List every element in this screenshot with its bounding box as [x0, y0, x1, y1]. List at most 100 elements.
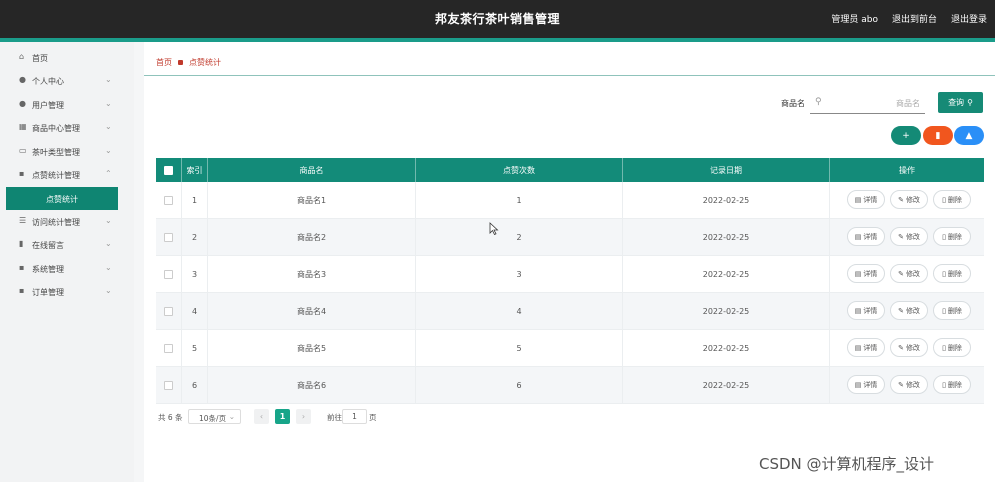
detail-button[interactable]: ▤ 详情	[847, 227, 885, 246]
cell-likes: 3	[416, 256, 623, 292]
pencil-icon: ✎	[898, 306, 904, 315]
row-checkbox[interactable]	[164, 195, 173, 205]
cell-likes: 5	[416, 330, 623, 366]
chevron-down-icon: ⌄	[105, 99, 112, 108]
header-index: 索引	[182, 158, 208, 182]
search-label: 商品名	[781, 99, 805, 108]
sidebar-item-personal-center[interactable]: ● 个人中心 ⌄	[0, 70, 134, 92]
cell-name: 商品名1	[208, 182, 416, 218]
detail-button[interactable]: ▤ 详情	[847, 264, 885, 283]
cell-name: 商品名6	[208, 367, 416, 403]
cell-ops: ▤ 详情 ✎ 修改 ▯ 删除	[830, 367, 984, 403]
chevron-down-icon: ⌄	[105, 239, 112, 248]
breadcrumb-home[interactable]: 首页	[156, 57, 172, 68]
home-icon: ⌂	[19, 52, 25, 61]
sidebar-item-visit-stats[interactable]: ☰ 访问统计管理 ⌄	[0, 211, 134, 233]
edit-button[interactable]: ✎ 修改	[890, 190, 928, 209]
logout-link[interactable]: 退出登录	[951, 12, 987, 25]
delete-button[interactable]: ▯ 删除	[933, 190, 971, 209]
row-checkbox[interactable]	[164, 232, 173, 242]
detail-button[interactable]: ▤ 详情	[847, 338, 885, 357]
edit-button[interactable]: ✎ 修改	[890, 375, 928, 394]
table-row: 2 商品名2 2 2022-02-25 ▤ 详情 ✎ 修改 ▯ 删除	[156, 219, 984, 256]
users-icon: ●	[19, 99, 26, 108]
sidebar-item-home[interactable]: ⌂ 首页	[0, 47, 134, 69]
trash-icon: ▯	[942, 269, 946, 278]
breadcrumb: 首页 点赞统计	[156, 57, 221, 68]
cell-date: 2022-02-25	[623, 256, 830, 292]
select-all-checkbox[interactable]	[164, 165, 173, 175]
detail-button[interactable]: ▤ 详情	[847, 301, 885, 320]
cell-likes: 6	[416, 367, 623, 403]
document-icon: ▤	[854, 306, 862, 315]
sidebar-item-product-center[interactable]: ▦ 商品中心管理 ⌄	[0, 117, 134, 139]
detail-button[interactable]: ▤ 详情	[847, 375, 885, 394]
search-field[interactable]: ⚲	[810, 92, 925, 114]
query-button[interactable]: 查询 ⚲	[938, 92, 983, 113]
mouse-cursor-icon	[489, 222, 499, 236]
export-button[interactable]: ▲	[954, 126, 984, 145]
pencil-icon: ✎	[898, 232, 904, 241]
cell-index: 3	[182, 256, 208, 292]
row-checkbox[interactable]	[164, 269, 173, 279]
chevron-down-icon: ⌄	[228, 412, 235, 421]
table-row: 6 商品名6 6 2022-02-25 ▤ 详情 ✎ 修改 ▯ 删除	[156, 367, 984, 404]
detail-button[interactable]: ▤ 详情	[847, 190, 885, 209]
batch-delete-button[interactable]: ▮	[923, 126, 953, 145]
next-page-button[interactable]: ›	[296, 409, 311, 424]
edit-button[interactable]: ✎ 修改	[890, 301, 928, 320]
goto-page-input[interactable]: 1	[342, 409, 367, 424]
prev-page-button[interactable]: ‹	[254, 409, 269, 424]
edit-button[interactable]: ✎ 修改	[890, 227, 928, 246]
cell-date: 2022-02-25	[623, 293, 830, 329]
document-icon: ▤	[854, 195, 862, 204]
page-size-select[interactable]: 10条/页 ⌄	[188, 409, 241, 424]
cell-date: 2022-02-25	[623, 330, 830, 366]
delete-button[interactable]: ▯ 删除	[933, 375, 971, 394]
sidebar-item-user-management[interactable]: ● 用户管理 ⌄	[0, 94, 134, 116]
trash-icon: ▯	[942, 380, 946, 389]
delete-button[interactable]: ▯ 删除	[933, 227, 971, 246]
chevron-down-icon: ⌄	[105, 263, 112, 272]
row-checkbox[interactable]	[164, 343, 173, 353]
shop-icon: ▦	[19, 122, 27, 131]
delete-button[interactable]: ▯ 删除	[933, 301, 971, 320]
trash-icon: ▮	[935, 130, 941, 141]
search-input[interactable]	[828, 94, 922, 112]
chart-icon: ▮	[19, 239, 24, 248]
plus-icon: +	[902, 130, 910, 141]
sidebar-item-system[interactable]: ▪ 系统管理 ⌄	[0, 258, 134, 280]
header-likes: 点赞次数	[416, 158, 623, 182]
exit-to-front-link[interactable]: 退出到前台	[892, 12, 937, 25]
cell-likes: 4	[416, 293, 623, 329]
list-icon: ☰	[19, 216, 27, 225]
page-word: 页	[369, 413, 377, 422]
sidebar-item-orders[interactable]: ▪ 订单管理 ⌄	[0, 281, 134, 303]
row-checkbox[interactable]	[164, 380, 173, 390]
edit-button[interactable]: ✎ 修改	[890, 338, 928, 357]
add-button[interactable]: +	[891, 126, 921, 145]
pencil-icon: ✎	[898, 380, 904, 389]
grid-icon: ▪	[19, 263, 25, 272]
cell-ops: ▤ 详情 ✎ 修改 ▯ 删除	[830, 256, 984, 292]
grid-icon: ▪	[19, 169, 25, 178]
row-checkbox[interactable]	[164, 306, 173, 316]
cell-likes: 1	[416, 182, 623, 218]
page-button-current[interactable]: 1	[275, 409, 290, 424]
cell-index: 4	[182, 293, 208, 329]
cell-ops: ▤ 详情 ✎ 修改 ▯ 删除	[830, 219, 984, 255]
upload-icon: ▲	[965, 130, 973, 141]
sidebar-item-like-stats[interactable]: ▪ 点赞统计管理 ⌃	[0, 164, 134, 186]
sidebar-item-tea-type[interactable]: ▭ 茶叶类型管理 ⌄	[0, 141, 134, 163]
sidebar-item-messages[interactable]: ▮ 在线留言 ⌄	[0, 234, 134, 256]
table-row: 1 商品名1 1 2022-02-25 ▤ 详情 ✎ 修改 ▯ 删除	[156, 182, 984, 219]
pencil-icon: ✎	[898, 195, 904, 204]
trash-icon: ▯	[942, 232, 946, 241]
cell-name: 商品名2	[208, 219, 416, 255]
pencil-icon: ✎	[898, 343, 904, 352]
sidebar-subitem-like-stats[interactable]: 点赞统计	[6, 187, 118, 210]
delete-button[interactable]: ▯ 删除	[933, 338, 971, 357]
edit-button[interactable]: ✎ 修改	[890, 264, 928, 283]
delete-button[interactable]: ▯ 删除	[933, 264, 971, 283]
search-icon: ⚲	[967, 98, 973, 107]
